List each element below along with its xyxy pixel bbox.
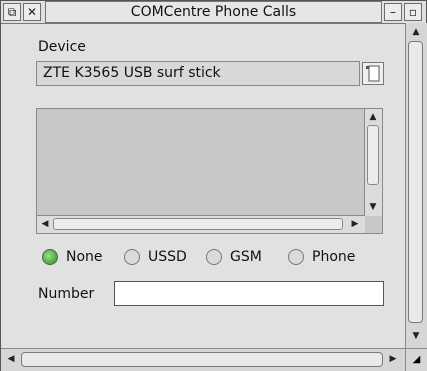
- close-icon[interactable]: ✕: [23, 3, 41, 21]
- resize-icon[interactable]: ◢: [405, 348, 427, 371]
- scroll-left-icon[interactable]: ◀: [4, 352, 18, 366]
- list-horizontal-thumb[interactable]: [53, 218, 343, 230]
- number-input[interactable]: [114, 281, 384, 306]
- radio-label: GSM: [230, 249, 262, 265]
- device-label: Device: [38, 39, 86, 55]
- scroll-up-icon[interactable]: ▲: [366, 110, 380, 124]
- list-vertical-thumb[interactable]: [367, 125, 379, 185]
- window-vertical-thumb[interactable]: [408, 41, 423, 323]
- scroll-right-icon[interactable]: ▶: [348, 217, 362, 231]
- window-title[interactable]: COMCentre Phone Calls: [45, 1, 382, 23]
- radio-unselected-icon[interactable]: [206, 249, 222, 265]
- scroll-up-icon[interactable]: ▲: [409, 25, 423, 39]
- radio-label: None: [66, 249, 103, 265]
- scroll-down-icon[interactable]: ▼: [366, 200, 380, 214]
- message-list[interactable]: ▲ ▼ ◀ ▶: [36, 108, 383, 234]
- number-label: Number: [38, 286, 95, 302]
- radio-unselected-icon[interactable]: [124, 249, 140, 265]
- radio-selected-icon[interactable]: [42, 249, 58, 265]
- phone-calls-window: ⧉ ✕ COMCentre Phone Calls – ▫ Device ZTE…: [0, 0, 427, 371]
- back-icon[interactable]: ⧉: [3, 3, 21, 21]
- scroll-right-icon[interactable]: ▶: [386, 352, 400, 366]
- radio-label: USSD: [148, 249, 187, 265]
- window-content: Device ZTE K3565 USB surf stick ▲ ▼ ◀ ▶ …: [2, 24, 404, 348]
- scroll-down-icon[interactable]: ▼: [409, 329, 423, 343]
- radio-label: Phone: [312, 249, 356, 265]
- radio-unselected-icon[interactable]: [288, 249, 304, 265]
- list-vertical-scrollbar[interactable]: ▲ ▼: [364, 109, 382, 216]
- list-horizontal-scrollbar[interactable]: ◀ ▶: [37, 215, 365, 233]
- window-horizontal-scrollbar[interactable]: ◀ ▶: [1, 348, 405, 371]
- toggle-size-icon[interactable]: ▫: [404, 3, 422, 21]
- scroll-left-icon[interactable]: ◀: [38, 217, 52, 231]
- window-vertical-scrollbar[interactable]: ▲ ▼: [405, 23, 427, 348]
- device-field: ZTE K3565 USB surf stick: [36, 61, 360, 86]
- iconise-icon[interactable]: –: [384, 3, 402, 21]
- popup-menu-icon[interactable]: [362, 62, 384, 85]
- window-horizontal-thumb[interactable]: [21, 352, 383, 367]
- title-bar[interactable]: ⧉ ✕ COMCentre Phone Calls – ▫: [1, 1, 426, 24]
